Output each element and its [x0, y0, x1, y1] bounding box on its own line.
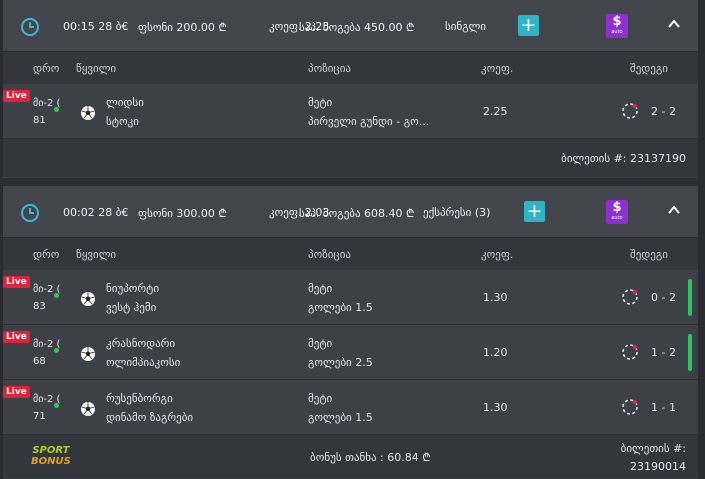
bet-market: პირველი გუნდი - გო... — [308, 115, 430, 128]
ticket-footer: SPORT BONUS ბონუს თანხა : 60.84 ₾ ბილეთი… — [3, 435, 698, 478]
clock-icon — [21, 204, 39, 222]
live-badge: Live — [3, 386, 30, 398]
live-score: 1 - 2 — [651, 346, 676, 359]
sport-bonus-line2: BONUS — [31, 456, 71, 467]
loading-spinner-icon — [622, 103, 638, 119]
live-dot — [54, 107, 59, 112]
away-team: დინამო ზაგრები — [106, 411, 194, 424]
ticket-possible-win: საპ. მოგება 450.00 ₾ — [299, 21, 415, 34]
ticket-express: 00:02 28 ბ€ ფსონი 300.00 ₾ კოეფ. 2.03 სა… — [3, 186, 698, 479]
live-dot — [54, 348, 59, 353]
column-headers: დრო წყვილი პოზიცია კოეფ. შედეგი — [3, 52, 698, 84]
loading-spinner-icon — [622, 344, 638, 360]
bet-coef: 1.20 — [483, 346, 508, 359]
soccer-ball-icon — [81, 106, 95, 120]
col-position: პოზიცია — [308, 62, 351, 75]
add-button[interactable]: + — [524, 201, 545, 222]
ticket-header[interactable]: 00:15 28 ბ€ ფსონი 200.00 ₾ კოეფ. 2.25 სა… — [3, 0, 698, 52]
ticket-number: ბილეთის #: 23190014 — [621, 440, 686, 476]
home-team: რუსენბორგი — [106, 392, 173, 405]
col-match: წყვილი — [76, 62, 117, 75]
bet-coef: 1.30 — [483, 291, 508, 304]
live-dot — [54, 403, 59, 408]
ticket-time: 00:15 28 ბ€ — [63, 20, 129, 33]
ticket-number-label: ბილეთის #: — [620, 442, 686, 455]
col-result: შედეგი — [630, 62, 668, 75]
ticket-type: სინგლი — [445, 20, 486, 33]
loading-spinner-icon — [622, 399, 638, 415]
chevron-up-icon[interactable] — [668, 204, 680, 216]
bet-row[interactable]: Live მი-2 ( 83 ნიუპორტი ვესტ ჰემი მეტი გ… — [3, 270, 698, 325]
match-minute: 83 — [33, 301, 46, 312]
soccer-ball-icon — [81, 402, 95, 416]
bonus-amount: ბონუს თანხა : 60.84 ₾ — [310, 451, 431, 464]
col-position: პოზიცია — [308, 248, 351, 261]
dollar-icon: $ — [612, 200, 622, 215]
bet-row[interactable]: Live მი-2 ( 71 რუსენბორგი დინამო ზაგრები… — [3, 380, 698, 435]
auto-label: auto — [611, 215, 623, 221]
col-time: დრო — [33, 62, 60, 75]
bet-coef: 1.30 — [483, 401, 508, 414]
bet-market: გოლები 1.5 — [308, 301, 373, 314]
bet-position: მეტი — [308, 282, 333, 295]
col-result: შედეგი — [630, 248, 668, 261]
sport-bonus-line1: SPORT — [32, 445, 70, 456]
status-bar — [688, 279, 692, 316]
home-team: კრასნოდარი — [106, 337, 176, 350]
bet-position: მეტი — [308, 392, 333, 405]
auto-cashout-button[interactable]: $ auto — [606, 200, 628, 224]
ticket-stake: ფსონი 300.00 ₾ — [138, 207, 227, 220]
home-team: ლიდსი — [106, 96, 144, 109]
soccer-ball-icon — [81, 292, 95, 306]
ticket-type: ექსპრესი (3) — [423, 206, 491, 219]
ticket-single: 00:15 28 ბ€ ფსონი 200.00 ₾ კოეფ. 2.25 სა… — [3, 0, 698, 178]
ticket-possible-win: საპ. მოგება 608.40 ₾ — [299, 207, 415, 220]
away-team: ვესტ ჰემი — [106, 301, 157, 314]
live-score: 2 - 2 — [651, 105, 676, 118]
away-team: სტოკი — [106, 115, 139, 128]
col-time: დრო — [33, 248, 60, 261]
live-score: 1 - 1 — [651, 401, 676, 414]
match-minute: 71 — [33, 411, 46, 422]
ticket-header[interactable]: 00:02 28 ბ€ ფსონი 300.00 ₾ კოეფ. 2.03 სა… — [3, 186, 698, 238]
add-button[interactable]: + — [518, 15, 539, 36]
match-minute: 68 — [33, 356, 46, 367]
bet-coef: 2.25 — [483, 105, 508, 118]
away-team: ოლიმპიაკოსი — [106, 356, 181, 369]
bet-row[interactable]: Live მი-2 ( 81 ლიდსი სტოკი მეტი პირველი … — [3, 84, 698, 139]
ticket-number: ბილეთის #: 23137190 — [561, 152, 686, 165]
auto-cashout-button[interactable]: $ auto — [606, 14, 628, 38]
loading-spinner-icon — [622, 289, 638, 305]
auto-label: auto — [611, 29, 623, 35]
live-dot — [54, 293, 59, 298]
col-match: წყვილი — [76, 248, 117, 261]
ticket-footer: ბილეთის #: 23137190 — [3, 139, 698, 177]
soccer-ball-icon — [81, 347, 95, 361]
bet-position: მეტი — [308, 337, 333, 350]
clock-icon — [21, 18, 39, 36]
live-badge: Live — [3, 331, 30, 343]
col-coef: კოეფ. — [481, 62, 514, 75]
live-score: 0 - 2 — [651, 291, 676, 304]
sport-bonus-logo: SPORT BONUS — [31, 445, 71, 467]
ticket-stake: ფსონი 200.00 ₾ — [138, 21, 227, 34]
live-badge: Live — [3, 90, 30, 102]
bet-position: მეტი — [308, 96, 333, 109]
bet-row[interactable]: Live მი-2 ( 68 კრასნოდარი ოლიმპიაკოსი მე… — [3, 325, 698, 380]
home-team: ნიუპორტი — [106, 282, 160, 295]
ticket-number-value: 23190014 — [630, 460, 686, 473]
col-coef: კოეფ. — [481, 248, 514, 261]
dollar-icon: $ — [612, 14, 622, 29]
chevron-up-icon[interactable] — [668, 18, 680, 30]
column-headers: დრო წყვილი პოზიცია კოეფ. შედეგი — [3, 238, 698, 270]
ticket-time: 00:02 28 ბ€ — [63, 206, 129, 219]
bet-market: გოლები 2.5 — [308, 356, 373, 369]
match-minute: 81 — [33, 115, 46, 126]
live-badge: Live — [3, 276, 30, 288]
bet-market: გოლები 1.5 — [308, 411, 373, 424]
status-bar — [688, 334, 692, 371]
